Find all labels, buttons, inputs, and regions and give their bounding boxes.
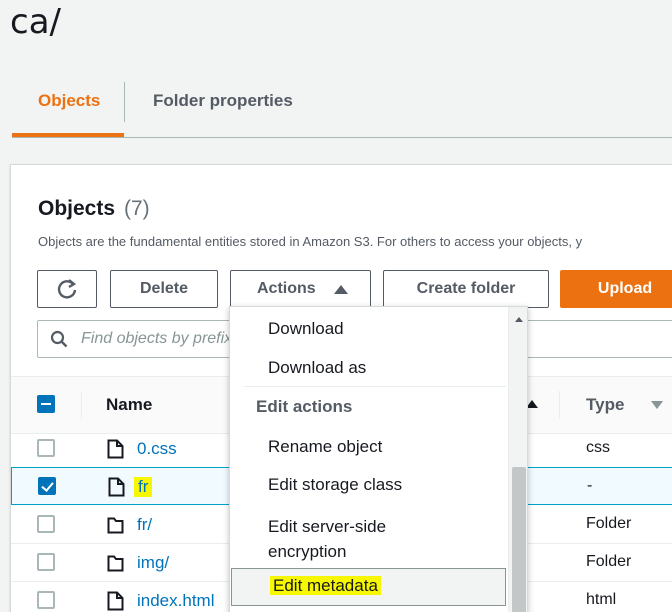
column-header-name[interactable]: Name xyxy=(106,395,152,415)
page-title: ca/ xyxy=(10,2,61,42)
s3-console-page: ca/ Objects Folder properties Objects (7… xyxy=(0,0,672,612)
object-type: - xyxy=(587,477,593,494)
create-folder-button[interactable]: Create folder xyxy=(383,270,549,308)
search-icon xyxy=(50,330,68,348)
menu-item-label: Edit metadata xyxy=(270,576,381,595)
refresh-button[interactable] xyxy=(37,270,97,308)
row-checkbox[interactable] xyxy=(37,553,55,571)
object-count: (7) xyxy=(124,197,150,220)
refresh-icon xyxy=(57,279,77,299)
object-name-link[interactable]: fr xyxy=(134,477,153,497)
column-divider xyxy=(81,391,82,419)
select-all-checkbox[interactable] xyxy=(37,395,55,413)
row-checkbox[interactable] xyxy=(37,439,55,457)
dropdown-scrollbar[interactable] xyxy=(508,307,527,612)
menu-item-edit-encryption[interactable]: Edit server-side encryption xyxy=(230,514,506,564)
menu-item-edit-metadata[interactable]: Edit metadata xyxy=(231,568,506,606)
row-checkbox[interactable] xyxy=(38,477,56,495)
folder-icon xyxy=(107,517,124,534)
panel-title: Objects xyxy=(38,197,116,220)
actions-label: Actions xyxy=(257,280,316,297)
panel-description: Objects are the fundamental entities sto… xyxy=(38,234,583,249)
file-icon xyxy=(107,439,124,459)
object-type: css xyxy=(586,439,610,456)
object-name-link[interactable]: index.html xyxy=(137,591,214,611)
tab-objects[interactable]: Objects xyxy=(38,66,100,136)
row-checkbox[interactable] xyxy=(37,515,55,533)
object-name-link[interactable]: 0.css xyxy=(137,439,177,459)
active-tab-indicator xyxy=(12,133,124,137)
object-name-link[interactable]: img/ xyxy=(137,553,169,573)
menu-item-download[interactable]: Download xyxy=(230,319,506,339)
actions-dropdown-menu: Download Download as Edit actions Rename… xyxy=(229,306,528,612)
tab-folder-properties[interactable]: Folder properties xyxy=(153,66,293,136)
menu-group-label: Edit actions xyxy=(256,397,353,416)
menu-item-label: encryption xyxy=(268,542,347,561)
delete-button[interactable]: Delete xyxy=(110,270,218,308)
file-icon xyxy=(107,591,124,611)
menu-divider xyxy=(244,386,506,387)
object-type: Folder xyxy=(586,553,632,570)
object-name-link[interactable]: fr/ xyxy=(137,515,152,535)
search-placeholder: Find objects by prefix xyxy=(81,330,231,347)
sort-descending-icon[interactable] xyxy=(651,401,663,409)
tab-bar: Objects Folder properties xyxy=(12,66,672,138)
column-header-type[interactable]: Type xyxy=(586,395,624,415)
folder-icon xyxy=(107,555,124,572)
actions-button[interactable]: Actions xyxy=(230,270,371,308)
menu-item-label: Edit server-side xyxy=(268,517,387,536)
scroll-up-icon[interactable] xyxy=(515,317,523,322)
scrollbar-thumb[interactable] xyxy=(512,467,526,612)
menu-item-edit-storage-class[interactable]: Edit storage class xyxy=(230,475,506,495)
column-divider xyxy=(559,391,560,419)
file-icon xyxy=(108,477,125,497)
row-checkbox[interactable] xyxy=(37,591,55,609)
object-type: html xyxy=(586,591,617,608)
menu-item-download-as[interactable]: Download as xyxy=(230,358,506,378)
object-type: Folder xyxy=(586,515,632,532)
caret-up-icon xyxy=(334,285,348,294)
upload-button[interactable]: Upload xyxy=(560,270,672,308)
tab-divider xyxy=(124,82,125,122)
menu-item-rename-object[interactable]: Rename object xyxy=(230,437,506,457)
